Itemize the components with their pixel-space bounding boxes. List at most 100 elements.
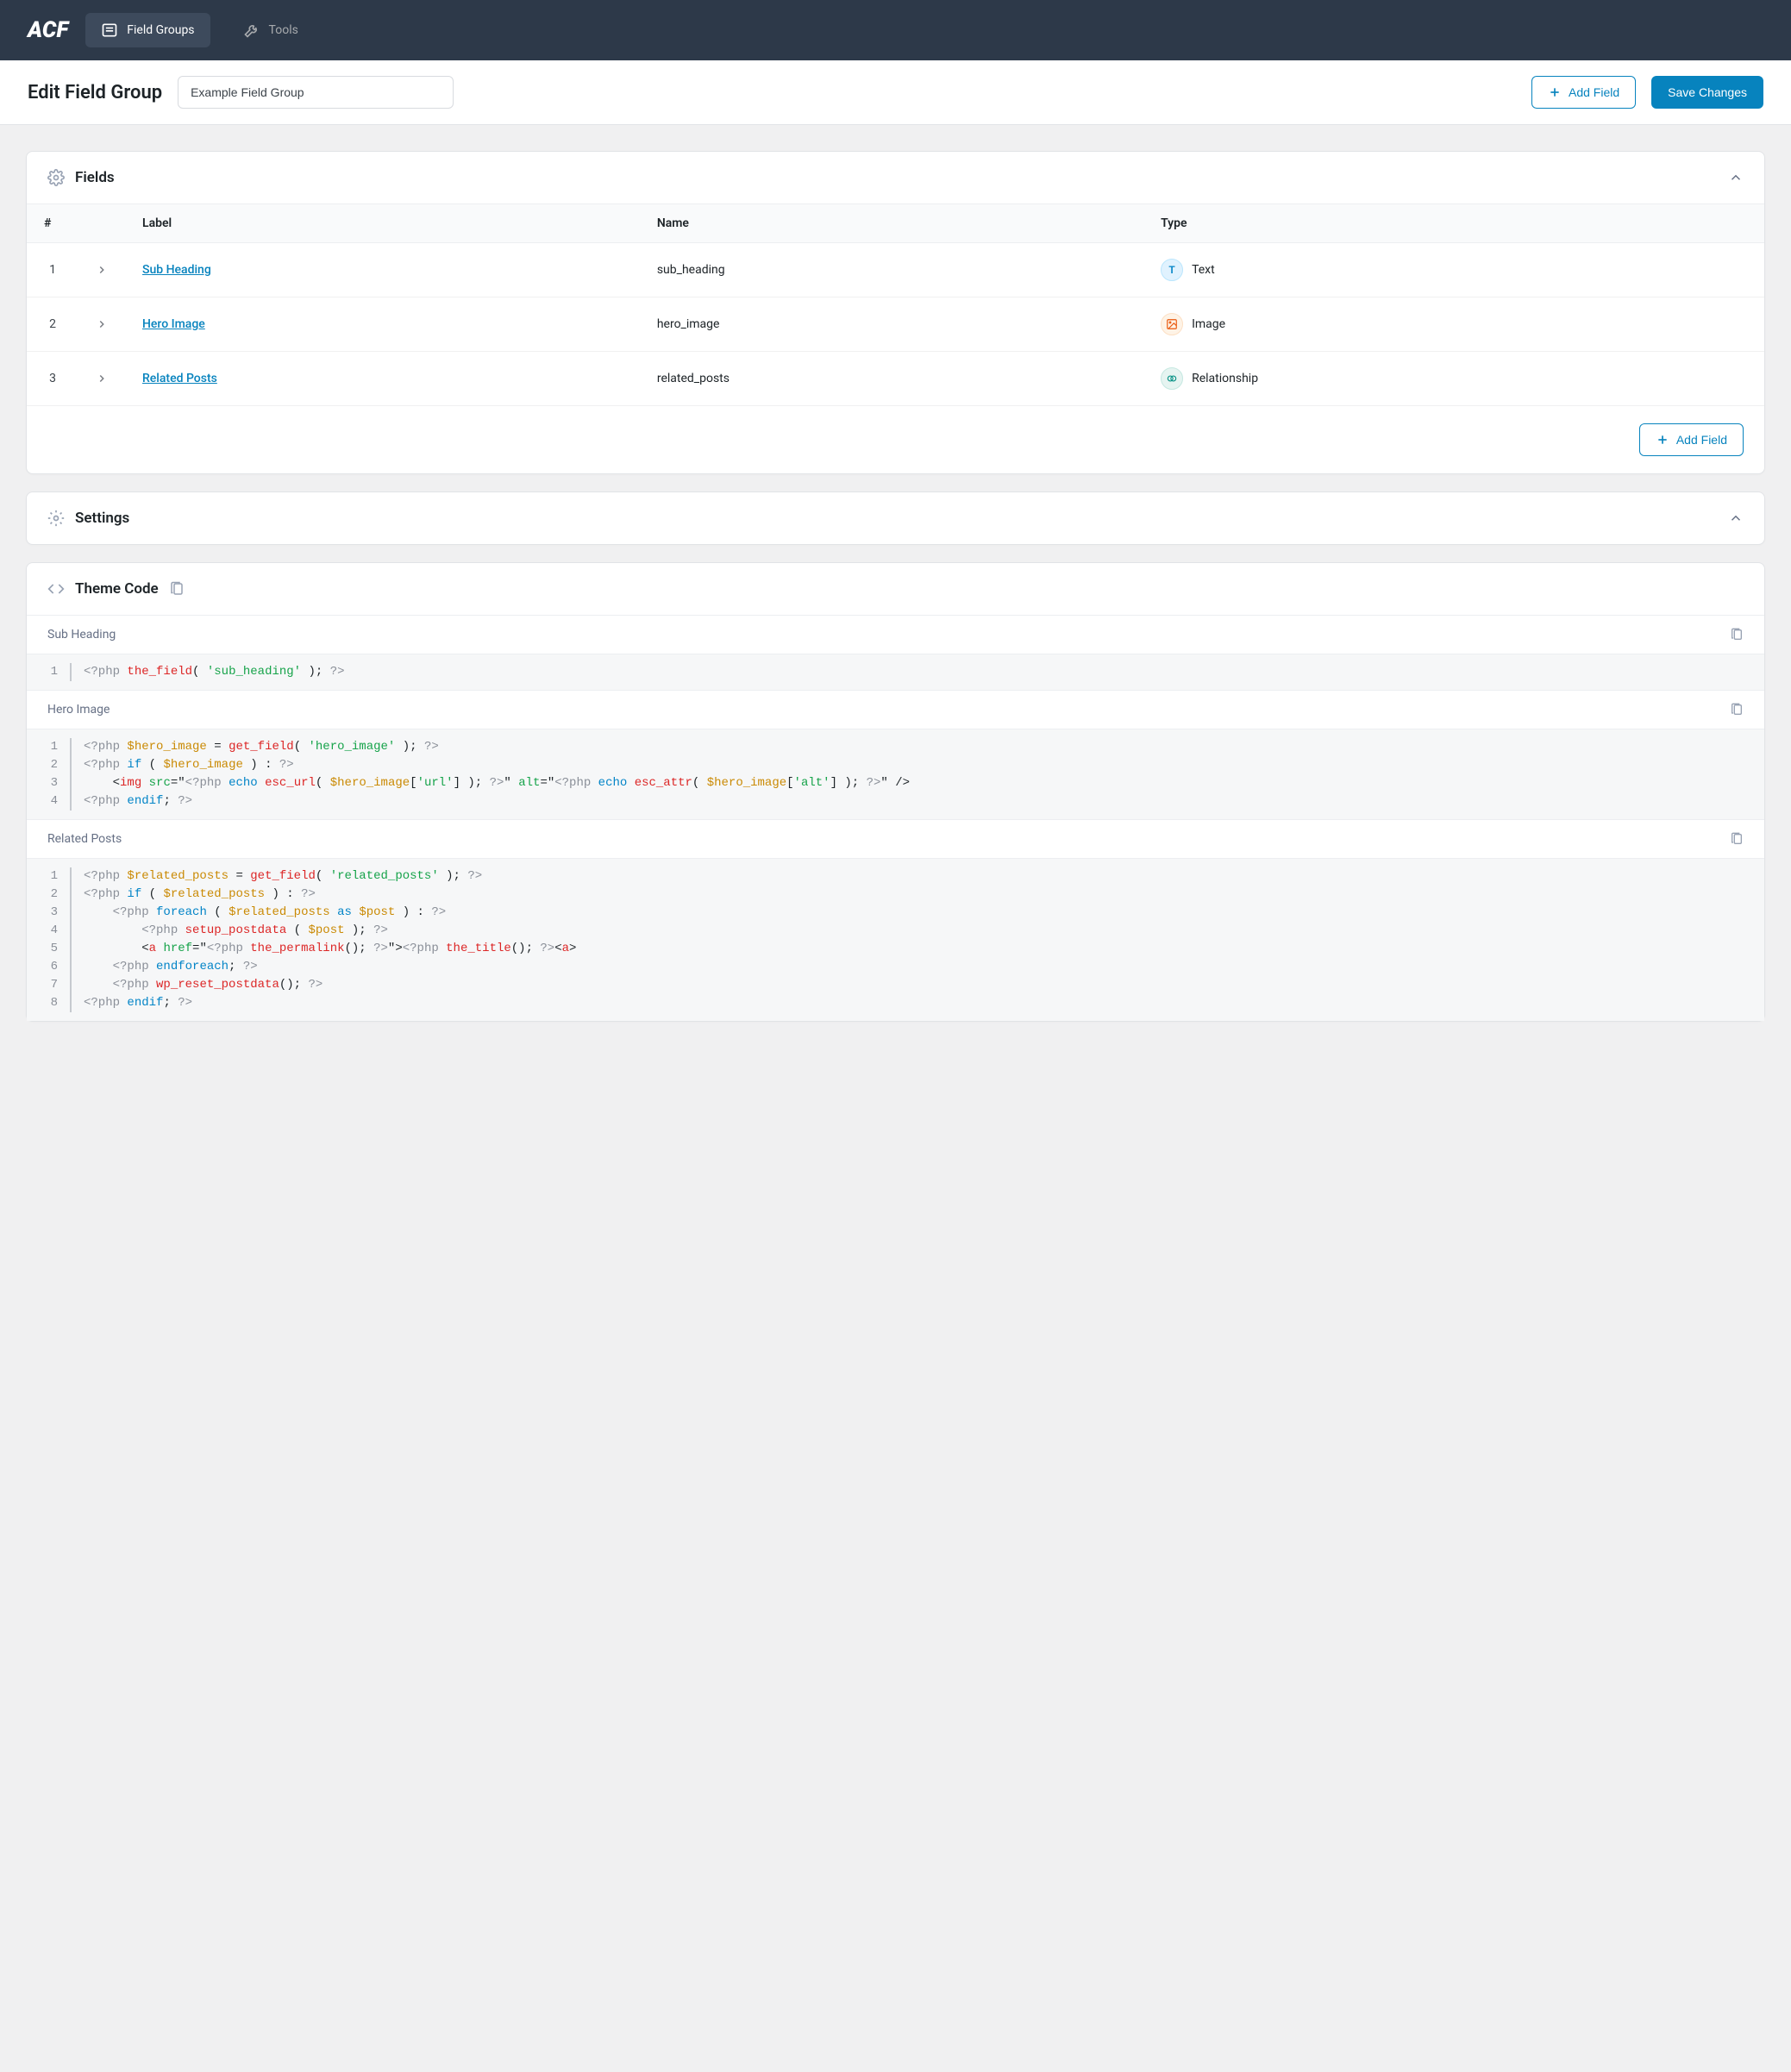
code-text: <?php endif; ?>: [84, 994, 192, 1012]
settings-panel-title: Settings: [75, 510, 129, 527]
line-number: 2: [27, 756, 70, 774]
row-expand[interactable]: [78, 297, 125, 352]
save-changes-button[interactable]: Save Changes: [1651, 76, 1763, 109]
add-field-button-footer[interactable]: Add Field: [1639, 423, 1744, 456]
col-type: Type: [1143, 204, 1764, 243]
add-field-label: Add Field: [1569, 85, 1619, 99]
fields-panel-collapse[interactable]: [1728, 170, 1744, 185]
line-number: 1: [27, 867, 70, 886]
copy-code-button[interactable]: [1730, 832, 1744, 846]
code-line: 3 <img src="<?php echo esc_url( $hero_im…: [27, 774, 1764, 792]
plus-icon: [1656, 433, 1669, 447]
code-text: <?php setup_postdata ( $post ); ?>: [84, 922, 388, 940]
type-text-icon: T: [1161, 259, 1183, 281]
gear-icon: [47, 510, 65, 527]
code-block: 1 <?php $hero_image = get_field( 'hero_im…: [27, 729, 1764, 819]
nav-field-groups-label: Field Groups: [127, 23, 194, 37]
field-label-link[interactable]: Sub Heading: [142, 263, 211, 277]
header-bar: Edit Field Group Add Field Save Changes: [0, 60, 1791, 125]
fields-panel: Fields # Label Name Type 1 Sub Headi: [26, 151, 1765, 474]
fields-panel-title: Fields: [75, 169, 115, 186]
code-line: 2<?php if ( $related_posts ) : ?>: [27, 886, 1764, 904]
code-icon: [47, 580, 65, 598]
code-block-header: Hero Image: [27, 690, 1764, 729]
row-expand[interactable]: [78, 243, 125, 297]
code-text: <?php $hero_image = get_field( 'hero_ima…: [84, 738, 439, 756]
copy-all-button[interactable]: [169, 581, 185, 597]
code-block-title: Related Posts: [47, 832, 122, 846]
chevron-right-icon: [96, 372, 108, 385]
field-name: sub_heading: [640, 243, 1143, 297]
field-label-link[interactable]: Hero Image: [142, 317, 205, 331]
save-changes-label: Save Changes: [1668, 85, 1747, 99]
line-number: 2: [27, 886, 70, 904]
row-number: 1: [27, 243, 78, 297]
code-line: 6 <?php endforeach; ?>: [27, 958, 1764, 976]
field-name: related_posts: [640, 352, 1143, 406]
line-number: 3: [27, 774, 70, 792]
line-number: 4: [27, 792, 70, 811]
list-icon: [101, 22, 118, 39]
settings-panel-header: Settings: [27, 492, 1764, 544]
code-line: 5 <a href="<?php the_permalink(); ?>"><?…: [27, 940, 1764, 958]
plus-icon: [1548, 85, 1562, 99]
code-line: 4 <?php setup_postdata ( $post ); ?>: [27, 922, 1764, 940]
code-line: 7 <?php wp_reset_postdata(); ?>: [27, 976, 1764, 994]
code-line: 1<?php the_field( 'sub_heading' ); ?>: [27, 663, 1764, 681]
fields-panel-header: Fields: [27, 152, 1764, 203]
field-group-title-input[interactable]: [178, 76, 454, 109]
col-name: Name: [640, 204, 1143, 243]
code-line: 8 <?php endif; ?>: [27, 994, 1764, 1012]
row-expand[interactable]: [78, 352, 125, 406]
chevron-up-icon: [1728, 510, 1744, 526]
page-title: Edit Field Group: [28, 82, 162, 103]
add-field-label: Add Field: [1676, 433, 1727, 447]
copy-code-button[interactable]: [1730, 628, 1744, 642]
add-field-button-header[interactable]: Add Field: [1531, 76, 1636, 109]
fields-table: # Label Name Type 1 Sub Heading sub_head…: [27, 203, 1764, 406]
field-name: hero_image: [640, 297, 1143, 352]
code-text: <?php wp_reset_postdata(); ?>: [84, 976, 323, 994]
code-block-title: Hero Image: [47, 703, 110, 717]
code-line: 2<?php if ( $hero_image ) : ?>: [27, 756, 1764, 774]
line-number: 4: [27, 922, 70, 940]
field-type: Image: [1192, 317, 1225, 331]
code-block: 1<?php $related_posts = get_field( 'rela…: [27, 858, 1764, 1021]
code-block-header: Sub Heading: [27, 615, 1764, 654]
chevron-up-icon: [1728, 170, 1744, 185]
code-line: 1<?php $related_posts = get_field( 'rela…: [27, 867, 1764, 886]
copy-code-button[interactable]: [1730, 703, 1744, 717]
nav-tools[interactable]: Tools: [228, 13, 314, 47]
top-nav: ACF Field Groups Tools: [0, 0, 1791, 60]
code-text: <img src="<?php echo esc_url( $hero_imag…: [84, 774, 910, 792]
nav-field-groups[interactable]: Field Groups: [85, 13, 210, 47]
code-text: <?php endif; ?>: [84, 792, 192, 811]
settings-panel-collapse[interactable]: [1728, 510, 1744, 526]
type-relationship-icon: [1161, 367, 1183, 390]
col-label: Label: [125, 204, 640, 243]
code-line: 4 <?php endif; ?>: [27, 792, 1764, 811]
line-number: 6: [27, 958, 70, 976]
theme-code-panel-header: Theme Code: [27, 563, 1764, 615]
clipboard-icon: [1730, 703, 1744, 717]
field-label-link[interactable]: Related Posts: [142, 372, 217, 385]
code-line: 1 <?php $hero_image = get_field( 'hero_im…: [27, 738, 1764, 756]
row-number: 3: [27, 352, 78, 406]
row-number: 2: [27, 297, 78, 352]
brand-logo: ACF: [28, 17, 68, 43]
type-image-icon: [1161, 313, 1183, 335]
tools-icon: [243, 22, 260, 39]
line-number: 7: [27, 976, 70, 994]
code-text: <?php the_field( 'sub_heading' ); ?>: [84, 663, 345, 681]
code-line: 3 <?php foreach ( $related_posts as $pos…: [27, 904, 1764, 922]
settings-panel: Settings: [26, 491, 1765, 545]
table-row[interactable]: 2 Hero Image hero_image Image: [27, 297, 1764, 352]
chevron-right-icon: [96, 318, 108, 330]
table-row[interactable]: 3 Related Posts related_posts Relationsh…: [27, 352, 1764, 406]
table-row[interactable]: 1 Sub Heading sub_heading T Text: [27, 243, 1764, 297]
line-number: 5: [27, 940, 70, 958]
line-number: 8: [27, 994, 70, 1012]
chevron-right-icon: [96, 264, 108, 276]
code-block-title: Sub Heading: [47, 628, 116, 642]
line-number: 1: [27, 738, 70, 756]
